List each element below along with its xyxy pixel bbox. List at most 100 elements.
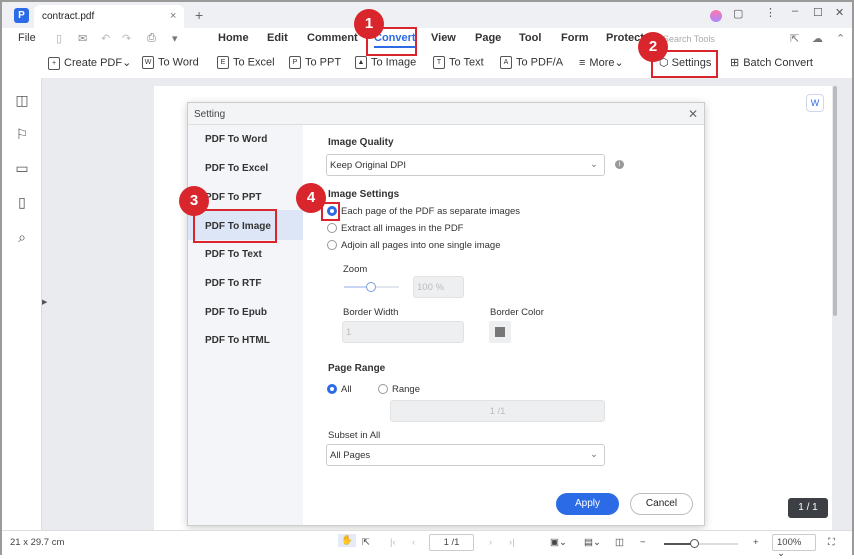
to-image-button[interactable]: ▲ To Image [355, 56, 416, 69]
radio-range[interactable] [378, 384, 388, 394]
avatar[interactable] [710, 10, 722, 22]
more-options-icon[interactable]: ⋮ [765, 6, 776, 19]
menu-home[interactable]: Home [218, 32, 249, 44]
border-color-picker[interactable] [489, 321, 511, 343]
nav-pdf-to-rtf[interactable]: PDF To RTF [205, 278, 261, 289]
search-icon[interactable]: ⌕ [14, 229, 30, 245]
option-separate-images[interactable]: Each page of the PDF as separate images [341, 206, 520, 217]
zoom-out-icon[interactable]: − [640, 537, 646, 548]
word-convert-float-icon[interactable]: W [806, 94, 824, 112]
settings-dialog: Setting ✕ PDF To Word PDF To Excel PDF T… [187, 102, 705, 526]
zoom-slider-thumb[interactable] [366, 282, 376, 292]
zoom-thumb[interactable] [690, 539, 699, 548]
close-dialog-icon[interactable]: ✕ [688, 107, 698, 121]
to-word-button[interactable]: W To Word [142, 56, 199, 69]
menu-file[interactable]: File [18, 32, 36, 44]
zoom-in-icon[interactable]: + [753, 537, 759, 548]
subset-select[interactable]: All Pages ⌄ [326, 444, 605, 466]
collapse-ribbon-icon[interactable]: ⌃ [836, 32, 845, 45]
zoom-label: Zoom [343, 264, 368, 275]
ppt-icon: P [289, 56, 301, 69]
page-layout-icon[interactable]: ▤⌄ [584, 537, 601, 548]
upload-cloud-icon[interactable]: ☁ [812, 32, 823, 45]
undo-icon[interactable]: ↶ [101, 32, 110, 45]
dialog-nav [188, 125, 303, 525]
menu-comment[interactable]: Comment [307, 32, 358, 44]
radio-adjoin-pages[interactable] [327, 240, 337, 250]
annotation-badge-2: 2 [638, 32, 668, 62]
quick-access-dropdown-icon[interactable]: ▾ [172, 32, 178, 45]
scrollbar[interactable] [833, 86, 837, 316]
expand-sidebar-icon[interactable]: ▶ [42, 298, 47, 306]
to-excel-button[interactable]: E To Excel [217, 56, 275, 69]
text-icon: T [433, 56, 445, 69]
next-page-icon[interactable]: › [489, 537, 492, 548]
zoom-slider-status[interactable] [664, 539, 738, 548]
cancel-button[interactable]: Cancel [630, 493, 693, 515]
range-label[interactable]: Range [392, 384, 420, 395]
menu-tool[interactable]: Tool [519, 32, 541, 44]
search-tools[interactable]: Search Tools [663, 34, 715, 44]
menu-view[interactable]: View [431, 32, 456, 44]
zoom-input[interactable]: 100 % [413, 276, 464, 298]
menu-page[interactable]: Page [475, 32, 501, 44]
nav-pdf-to-excel[interactable]: PDF To Excel [205, 163, 268, 174]
message-icon[interactable]: ▢ [733, 7, 743, 20]
first-page-icon[interactable]: |‹ [390, 537, 396, 548]
option-adjoin-pages[interactable]: Adjoin all pages into one single image [341, 240, 501, 251]
fullscreen-icon[interactable]: ⛶ [828, 537, 835, 548]
prev-page-icon[interactable]: ‹ [412, 537, 415, 548]
save-icon[interactable]: ▯ [56, 32, 62, 45]
close-tab-icon[interactable]: × [170, 10, 176, 22]
to-ppt-button[interactable]: P To PPT [289, 56, 341, 69]
zoom-slider[interactable] [344, 282, 399, 292]
all-label[interactable]: All [341, 384, 352, 395]
nav-pdf-to-word[interactable]: PDF To Word [205, 134, 267, 145]
radio-extract-images[interactable] [327, 223, 337, 233]
page-size: 21 x 29.7 cm [10, 537, 65, 548]
radio-all-pages[interactable] [327, 384, 337, 394]
attachment-icon[interactable]: ▯ [14, 194, 30, 210]
option-extract-images[interactable]: Extract all images in the PDF [341, 223, 464, 234]
minimize-icon[interactable]: – [792, 5, 798, 17]
dialog-header: Setting ✕ [188, 103, 704, 125]
create-pdf-button[interactable]: + Create PDF⌄ [48, 56, 131, 70]
menu-edit[interactable]: Edit [267, 32, 288, 44]
share-icon[interactable]: ⇱ [790, 32, 799, 45]
nav-pdf-to-ppt[interactable]: PDF To PPT [205, 192, 261, 203]
thumbnails-icon[interactable]: ◫ [14, 92, 30, 108]
hand-tool-icon[interactable]: ✋ [338, 534, 356, 547]
page-input[interactable]: 1 /1 [429, 534, 474, 551]
batch-convert-button[interactable]: ⊞ Batch Convert [730, 56, 813, 69]
print-icon[interactable]: ⎙ [147, 32, 156, 45]
apply-button[interactable]: Apply [556, 493, 619, 515]
fit-page-icon[interactable]: ▣⌄ [550, 537, 567, 548]
create-pdf-icon: + [48, 56, 60, 70]
mail-icon[interactable]: ✉ [78, 32, 87, 45]
document-tab[interactable]: contract.pdf × [34, 5, 184, 28]
annotation-badge-4: 4 [296, 183, 326, 213]
image-quality-select[interactable]: Keep Original DPI ⌄ [326, 154, 605, 176]
list-icon: ≡ [579, 57, 586, 69]
select-tool-icon[interactable]: ⇱ [362, 537, 370, 548]
menu-form[interactable]: Form [561, 32, 589, 44]
nav-pdf-to-text[interactable]: PDF To Text [205, 249, 262, 260]
comment-icon[interactable]: ▭ [14, 160, 30, 176]
close-window-icon[interactable]: ✕ [835, 6, 844, 19]
two-page-icon[interactable]: ◫ [615, 537, 624, 548]
maximize-icon[interactable]: ☐ [813, 6, 823, 19]
to-pdfa-button[interactable]: A To PDF/A [500, 56, 563, 69]
info-icon[interactable]: i [615, 160, 624, 169]
new-tab-icon[interactable]: + [195, 7, 203, 23]
border-width-input[interactable]: 1 [342, 321, 464, 343]
more-button[interactable]: ≡ More⌄ [579, 56, 624, 69]
bookmark-icon[interactable]: ⚐ [14, 126, 30, 142]
zoom-select[interactable]: 100% ⌄ [772, 534, 816, 559]
app-logo-icon: P [14, 8, 29, 23]
redo-icon[interactable]: ↷ [122, 32, 131, 45]
nav-pdf-to-html[interactable]: PDF To HTML [205, 335, 270, 346]
nav-pdf-to-epub[interactable]: PDF To Epub [205, 307, 267, 318]
range-input[interactable]: 1 /1 [390, 400, 605, 422]
to-text-button[interactable]: T To Text [433, 56, 484, 69]
last-page-icon[interactable]: ›| [509, 537, 515, 548]
